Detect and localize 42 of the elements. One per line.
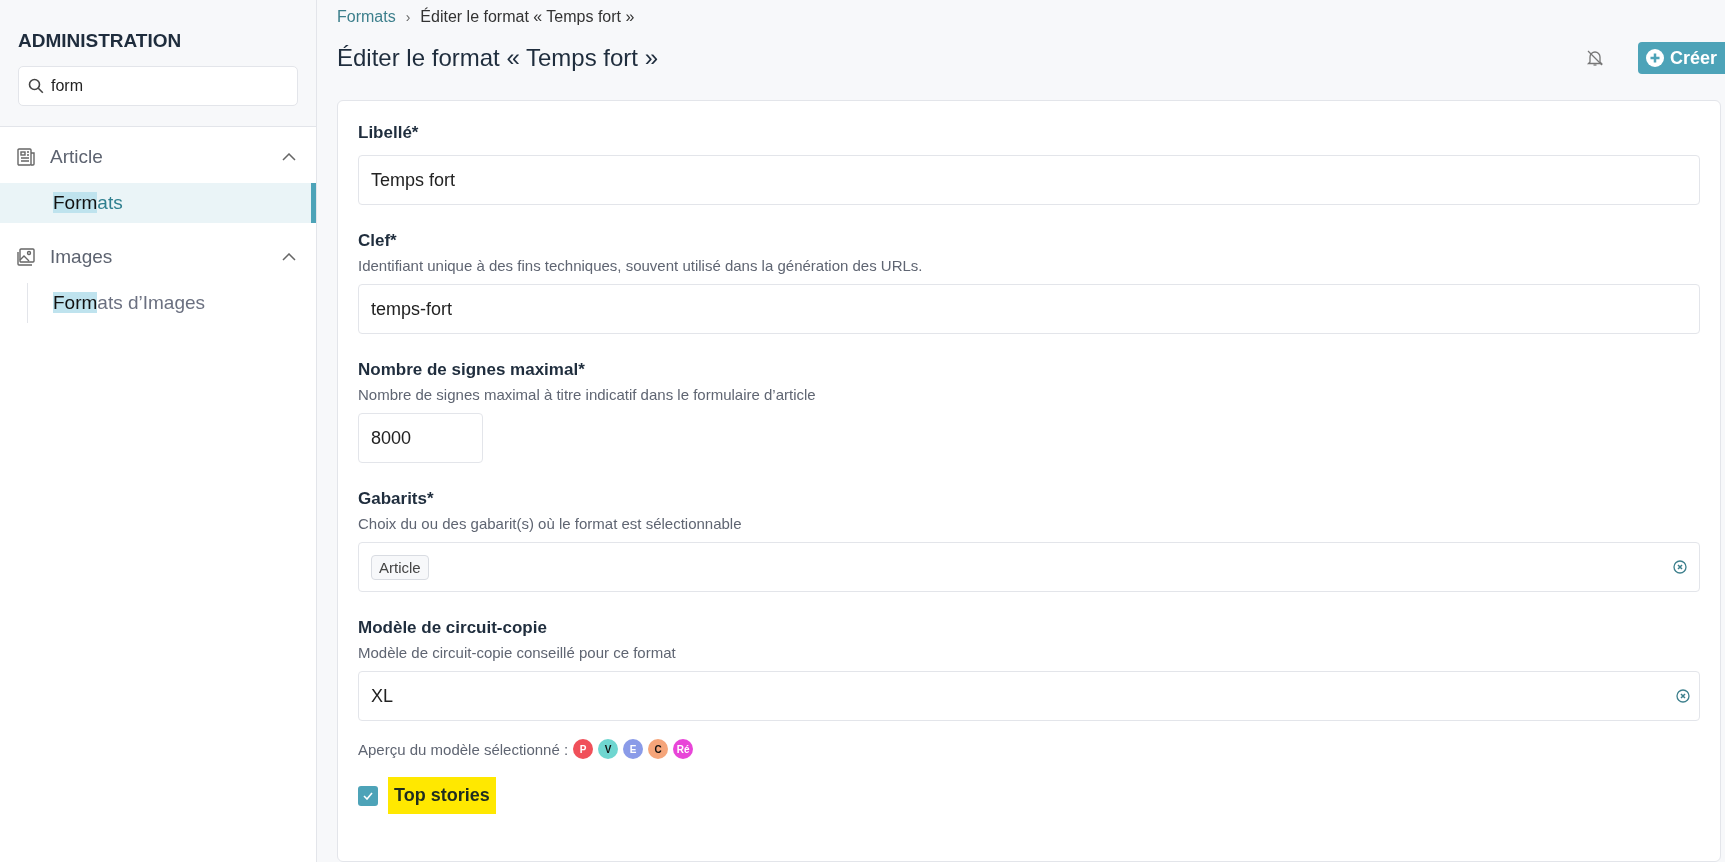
chevron-up-icon[interactable] bbox=[282, 153, 296, 161]
breadcrumb-separator: › bbox=[405, 9, 411, 25]
chevron-up-icon[interactable] bbox=[282, 253, 296, 261]
check-icon bbox=[363, 791, 373, 800]
field-label: Clef* bbox=[358, 231, 398, 251]
field-description: Modèle de circuit-copie conseillé pour ce format bbox=[358, 644, 677, 661]
step-badge: C bbox=[648, 739, 669, 759]
step-badge: Ré bbox=[673, 739, 694, 759]
step-badge: V bbox=[598, 739, 619, 759]
breadcrumb-current: Éditer le format « Temps fort » bbox=[420, 8, 635, 26]
checkbox-label[interactable]: Top stories bbox=[388, 777, 496, 814]
field-description: Identifiant unique à des fins techniques, souvent utilisé dans la génération des URLs. bbox=[358, 257, 924, 274]
step-badge: P bbox=[573, 739, 594, 759]
number-field[interactable]: 8000 bbox=[358, 413, 483, 463]
field-description: Choix du ou des gabarit(s) où le format est sélectionnable bbox=[358, 515, 743, 532]
step-badge: E bbox=[623, 739, 644, 759]
sidebar-section[interactable]: Images bbox=[50, 246, 268, 268]
plus-circle-icon bbox=[1645, 49, 1664, 67]
images-icon bbox=[16, 247, 36, 267]
field-description: Nombre de signes maximal à titre indicatif dans le formulaire d’article bbox=[358, 386, 817, 403]
checkbox[interactable] bbox=[358, 785, 378, 806]
page-title: Éditer le format « Temps fort » bbox=[337, 44, 660, 72]
field-label: Libellé* bbox=[358, 123, 420, 143]
field-label: Modèle de circuit-copie bbox=[358, 618, 548, 638]
tags-field[interactable]: Article bbox=[358, 542, 1700, 592]
sidebar-title: ADMINISTRATION bbox=[18, 30, 183, 52]
field-label: Nombre de signes maximal* bbox=[358, 360, 586, 380]
bell-off-icon bbox=[1585, 49, 1604, 67]
search-field[interactable]: form bbox=[18, 66, 298, 106]
clear-icon[interactable] bbox=[1673, 560, 1687, 574]
sidebar-section[interactable]: Article bbox=[50, 146, 268, 168]
field-label: Gabarits* bbox=[358, 489, 435, 509]
newspaper-icon bbox=[16, 147, 36, 167]
preview-label: Aperçu du modèle sélectionné : bbox=[358, 740, 569, 758]
clear-icon[interactable] bbox=[1676, 689, 1690, 703]
text-field[interactable]: Temps fort bbox=[358, 155, 1700, 205]
breadcrumb-link[interactable]: Formats bbox=[337, 8, 396, 26]
sidebar-item[interactable]: Formats bbox=[0, 183, 316, 223]
select-field[interactable]: XL bbox=[358, 671, 1700, 721]
text-field[interactable]: temps-fort bbox=[358, 284, 1700, 334]
tag: Article bbox=[371, 554, 429, 580]
sidebar-item[interactable]: Formats d’Images bbox=[0, 283, 316, 323]
